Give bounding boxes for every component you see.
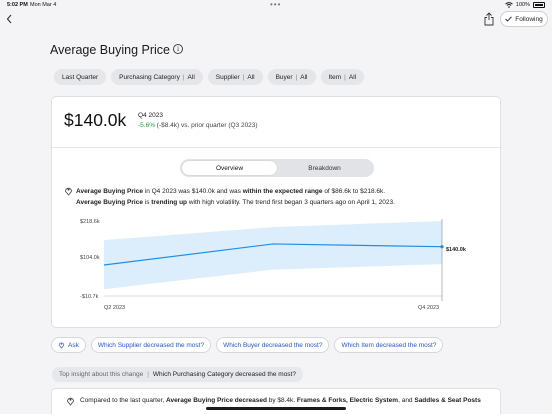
insight-pin-icon [67, 397, 74, 406]
filter-label: Supplier [215, 73, 240, 81]
wifi-icon [505, 2, 513, 8]
status-time: 5:02 PM [7, 2, 28, 8]
top-insight-label: Top insight about this change [59, 371, 144, 378]
filter-label: Purchasing Category [119, 73, 180, 81]
filter-value: All [187, 73, 195, 81]
ask-label: Ask [68, 341, 79, 349]
top-insight-question: Which Purchasing Category decreased the … [152, 371, 296, 378]
kpi-value: $140.0k [64, 110, 127, 130]
filter-value: All [300, 73, 308, 81]
filter-label: Item [328, 73, 342, 81]
info-icon[interactable]: i [173, 44, 183, 54]
kpi-period: Q4 2023 [138, 112, 163, 119]
chevron-left-icon [6, 14, 12, 24]
following-button[interactable]: Following [500, 11, 548, 27]
filter-chip-purchasing-category[interactable]: Purchasing Category | All [111, 69, 203, 85]
home-indicator[interactable] [206, 407, 346, 410]
filter-label: Last Quarter [62, 73, 99, 81]
back-button[interactable] [3, 12, 17, 26]
status-date: Mon Mar 4 [30, 2, 57, 8]
filter-label: Buyer [275, 73, 293, 81]
top-insight-card: Compared to the last quarter, Average Bu… [51, 388, 501, 414]
expected-range-band [104, 221, 442, 290]
filter-chip-buyer[interactable]: Buyer | All [267, 69, 316, 85]
data-point [440, 245, 444, 249]
y-tick-label: $104.0k [80, 255, 100, 261]
view-segmented-control: Overview Breakdown [180, 159, 374, 177]
checkmark-icon [505, 16, 513, 22]
divider [52, 147, 500, 148]
filter-value: All [247, 73, 255, 81]
tab-overview[interactable]: Overview [182, 161, 277, 175]
tab-breakdown[interactable]: Breakdown [277, 161, 372, 175]
filter-chip-supplier[interactable]: Supplier | All [207, 69, 263, 85]
kpi-delta: -5.6% (-$8.4k) vs. prior quarter (Q3 202… [138, 122, 258, 129]
battery-percent: 100% [515, 2, 530, 8]
summary-line-2: Average Buying Price is trending up with… [76, 199, 395, 206]
end-value-label: $140.0k [446, 247, 467, 253]
x-tick-label: Q4 2023 [418, 305, 439, 311]
share-button[interactable] [483, 12, 495, 26]
status-bar: 5:02 PM Mon Mar 4 ••• 100% [0, 0, 552, 10]
following-label: Following [515, 15, 543, 23]
insight-summary: Average Buying Price in Q4 2023 was $140… [76, 186, 395, 208]
filter-chip-time[interactable]: Last Quarter [54, 69, 107, 85]
filter-chip-item[interactable]: Item | All [320, 69, 365, 85]
insight-pin-icon [65, 187, 72, 196]
status-indicators: 100% [505, 2, 545, 8]
trend-chart: $218.6k $104.0k -$10.7k Q2 2023 Q4 2023 … [80, 219, 467, 311]
question-supplier-button[interactable]: Which Supplier decreased the most? [90, 337, 212, 353]
x-tick-label: Q2 2023 [104, 305, 125, 311]
ask-button[interactable]: Ask [51, 337, 86, 353]
question-buyer-button[interactable]: Which Buyer decreased the most? [216, 337, 330, 353]
page-title: Average Buying Price [50, 43, 170, 57]
summary-line-1: Average Buying Price in Q4 2023 was $140… [76, 188, 386, 195]
suggested-questions: Ask Which Supplier decreased the most? W… [51, 337, 444, 353]
question-item-button[interactable]: Which Item decreased the most? [334, 337, 444, 353]
filter-value: All [348, 73, 357, 81]
kpi-delta-percent: -5.6% [138, 122, 155, 129]
top-insight-text: Compared to the last quarter, Average Bu… [80, 397, 481, 404]
filter-bar: Last Quarter Purchasing Category | All Sup… [54, 69, 365, 85]
y-tick-label: -$10.7k [80, 294, 99, 300]
metric-card: $140.0k Q4 2023 -5.6% (-$8.4k) vs. prior… [51, 96, 501, 328]
multitask-dots[interactable]: ••• [270, 0, 281, 9]
y-tick-label: $218.6k [80, 219, 100, 225]
top-insight-bar[interactable]: Top insight about this change | Which Pu… [52, 367, 303, 382]
battery-icon [533, 2, 545, 8]
share-icon [484, 12, 494, 26]
insight-pin-icon [58, 342, 65, 349]
kpi-delta-detail: (-$8.4k) vs. prior quarter (Q3 2023) [154, 122, 258, 129]
